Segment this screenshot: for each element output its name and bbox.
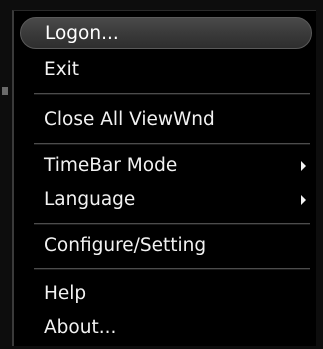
menu-item-label: TimeBar Mode <box>44 155 178 176</box>
menu-item-about[interactable]: About... <box>44 313 310 343</box>
menu-item-language[interactable]: Language <box>44 185 310 215</box>
menu-item-label: Language <box>44 189 136 210</box>
menu-item-label: About... <box>44 317 117 338</box>
window-edge-marker <box>2 87 8 95</box>
menu-separator <box>34 93 310 95</box>
menu-separator <box>34 143 310 145</box>
menu-separator <box>34 268 310 270</box>
menu-item-logon[interactable]: Logon... <box>20 17 312 49</box>
menu-separator <box>34 223 310 225</box>
menu-item-label: Close All ViewWnd <box>44 109 215 130</box>
menu-item-label: Logon... <box>45 23 119 44</box>
menu-item-label: Configure/Setting <box>44 235 207 256</box>
menu-item-exit[interactable]: Exit <box>44 55 310 85</box>
menu-item-close-all-viewwnd[interactable]: Close All ViewWnd <box>44 105 310 135</box>
menu-item-label: Exit <box>44 59 80 80</box>
context-menu: Logon... Exit Close All ViewWnd TimeBar … <box>12 10 316 346</box>
menu-item-timebar-mode[interactable]: TimeBar Mode <box>44 151 310 181</box>
screen: Logon... Exit Close All ViewWnd TimeBar … <box>0 0 323 349</box>
submenu-arrow-icon <box>301 161 306 171</box>
submenu-arrow-icon <box>301 195 306 205</box>
menu-item-configure-setting[interactable]: Configure/Setting <box>44 231 310 261</box>
menu-item-label: Help <box>44 283 87 304</box>
menu-item-help[interactable]: Help <box>44 279 310 309</box>
